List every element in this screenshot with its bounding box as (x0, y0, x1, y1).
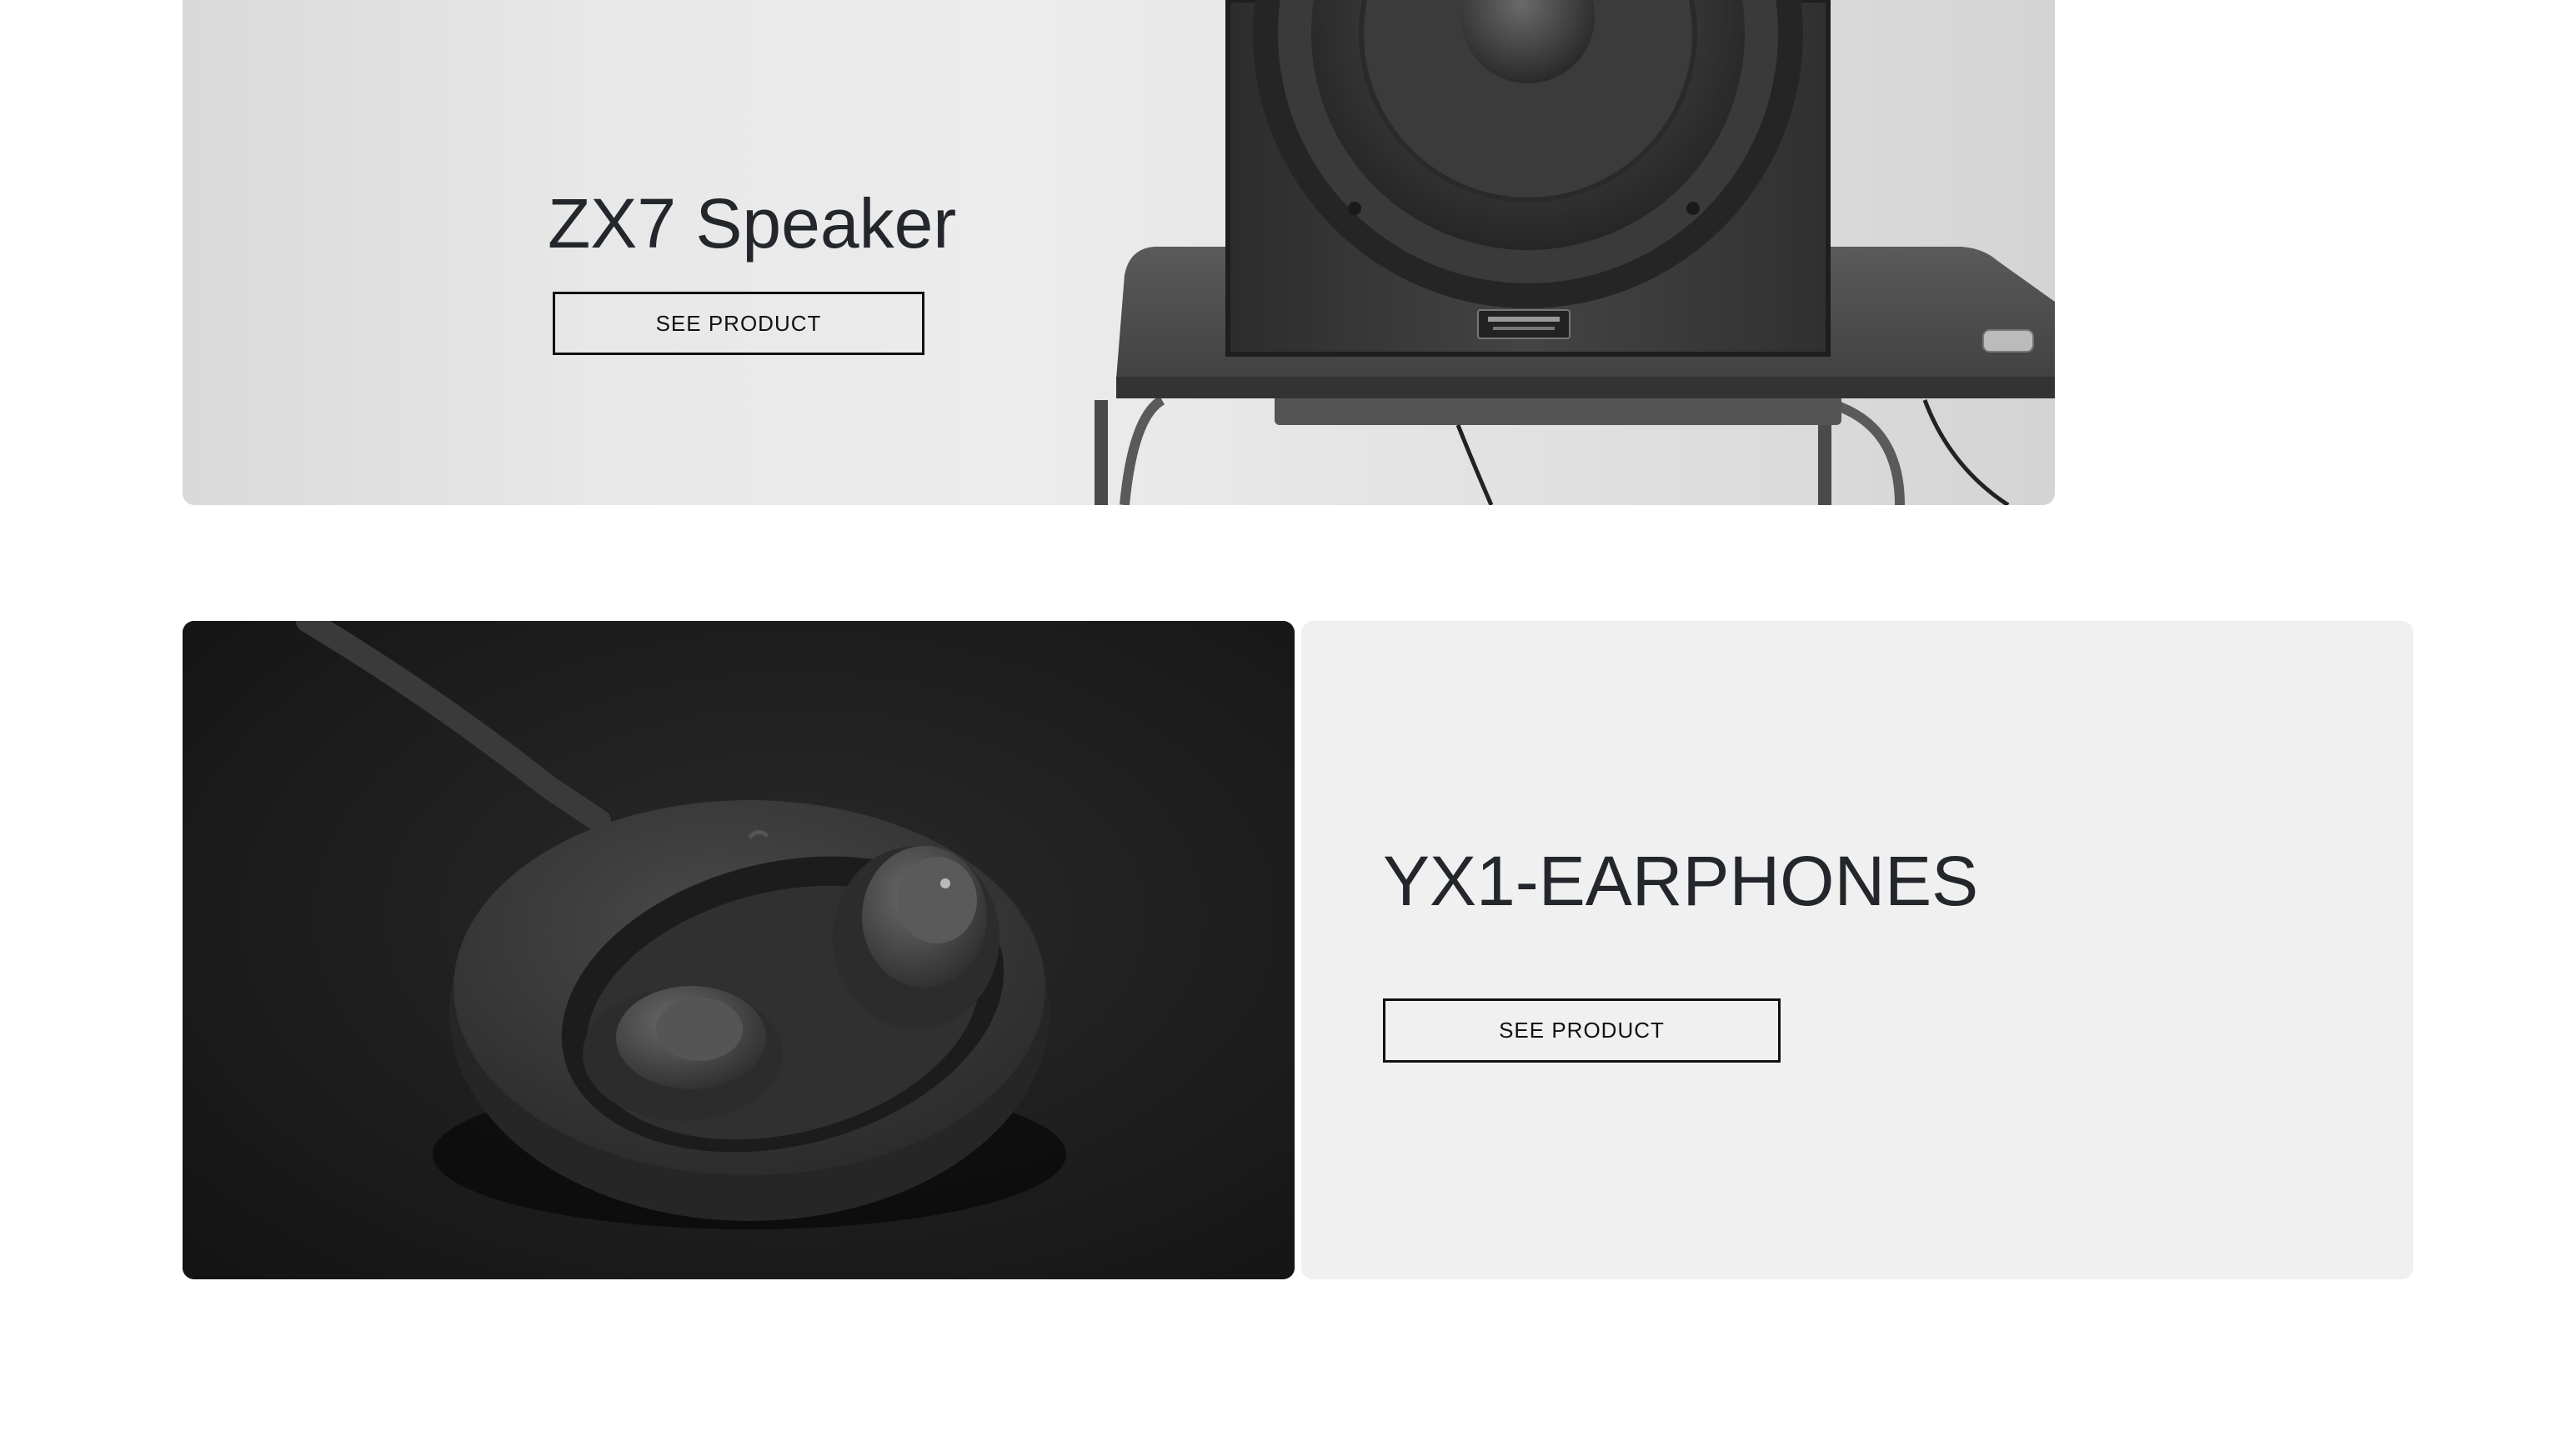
zx7-speaker-title: ZX7 Speaker (548, 184, 957, 263)
earphones-product-image (183, 621, 1295, 1279)
zx7-speaker-banner: ZX7 Speaker SEE PRODUCT (183, 0, 2055, 505)
page: ZX7 Speaker SEE PRODUCT YX1-EARPHONES SE… (0, 0, 2560, 1456)
zx7-see-product-button[interactable]: SEE PRODUCT (553, 292, 924, 355)
speaker-product-image (1095, 0, 2055, 505)
yx1-earphones-panel: YX1-EARPHONES SEE PRODUCT (1301, 621, 2413, 1279)
yx1-see-product-button[interactable]: SEE PRODUCT (1383, 998, 1781, 1063)
yx1-earphones-image-card (183, 621, 1295, 1279)
yx1-earphones-title: YX1-EARPHONES (1383, 842, 1979, 920)
